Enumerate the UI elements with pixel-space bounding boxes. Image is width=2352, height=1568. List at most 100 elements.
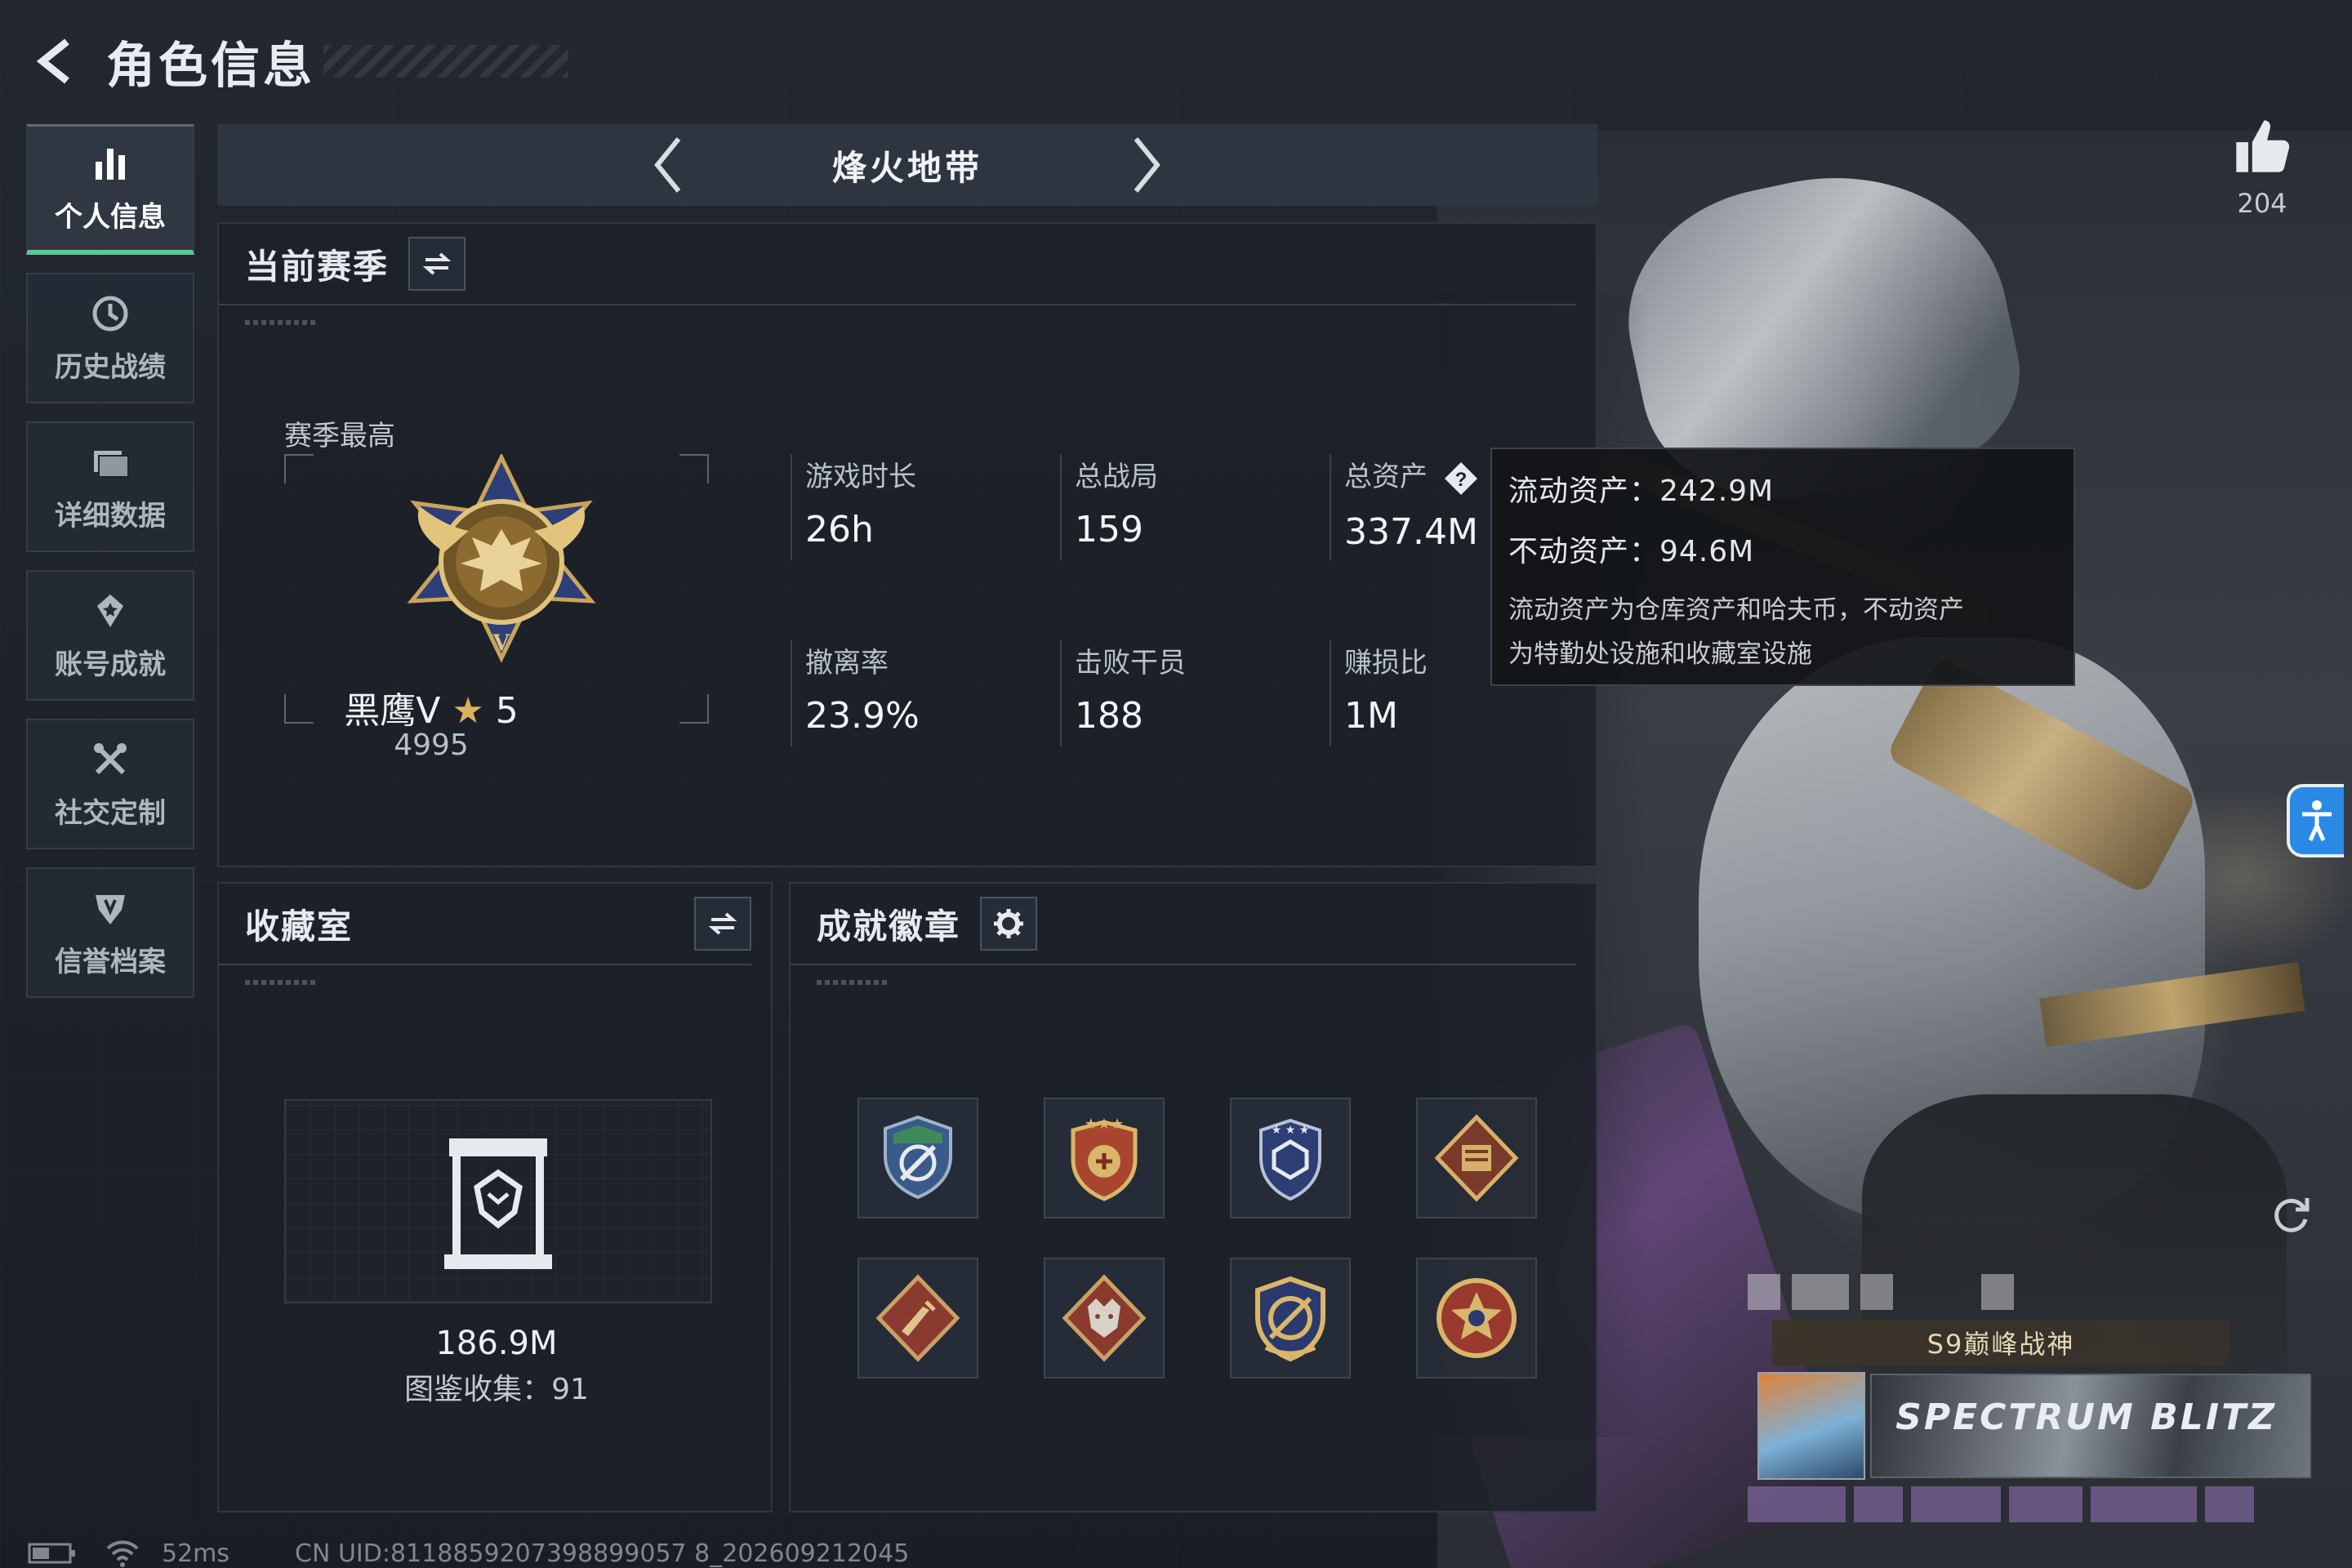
player-card[interactable]: S9巅峰战神 SPECTRUM BLITZ — [1748, 1274, 2319, 1522]
thumbs-up-icon — [2236, 120, 2290, 172]
mode-selector: 烽火地带 — [217, 124, 1597, 206]
badges-title: 成就徽章 — [817, 906, 961, 947]
stat-label: 击败干员 — [1075, 647, 1186, 679]
sidebar-item-achievements[interactable]: 账号成就 — [26, 570, 194, 701]
rotate-view-button[interactable] — [2262, 1184, 2319, 1241]
svg-text:?: ? — [1454, 469, 1467, 491]
badge-slot[interactable] — [1044, 1258, 1165, 1379]
mode-next-button[interactable] — [1105, 124, 1187, 206]
badge-slot[interactable]: ★ ★ ★ — [1230, 1098, 1351, 1218]
header-decoration — [817, 980, 890, 985]
tooltip-desc-line: 流动资产为仓库资产和哈夫币，不动资产 — [1508, 595, 1964, 625]
mode-title: 烽火地带 — [831, 147, 982, 188]
sidebar-item-personal-info[interactable]: 个人信息 — [26, 124, 194, 255]
badge-grid: ★★★ ★ ★ ★ — [858, 1098, 1537, 1379]
player-info-redacted — [1748, 1486, 2319, 1522]
gear-icon — [994, 909, 1024, 938]
collection-room-preview[interactable] — [284, 1099, 712, 1303]
player-name-redacted — [1748, 1274, 2287, 1310]
stat-label: 赚损比 — [1344, 647, 1428, 679]
page-title: 角色信息 — [106, 37, 315, 95]
season-panel: 当前赛季 赛季最高 V 黑鹰V ★ 5 4995 游戏时长 26h 总战局 15… — [217, 222, 1597, 867]
rank-emblem-icon: V — [407, 454, 596, 663]
tools-icon — [94, 742, 127, 774]
accessibility-icon — [2302, 800, 2332, 842]
badge-gold-stars-icon: ★★★ — [1071, 1116, 1138, 1201]
collection-switch-button[interactable] — [694, 897, 751, 951]
stat-value: 23.9% — [805, 695, 920, 737]
stat-label: 总战局 — [1075, 461, 1158, 493]
mode-prev-button[interactable] — [628, 124, 710, 206]
stat-label: 总资产 ? — [1344, 454, 1479, 497]
folder-icon — [94, 450, 129, 478]
swap-icon — [422, 252, 452, 275]
sidebar-item-reputation[interactable]: 信誉档案 — [26, 867, 194, 998]
status-footer: 52ms CN UID:8118859207398899057 8_202609… — [28, 1539, 909, 1568]
season-title: 当前赛季 — [245, 246, 390, 287]
collection-count: 图鉴收集：91 — [404, 1373, 589, 1406]
badge-slot[interactable]: ★★★ — [1044, 1098, 1165, 1218]
sidebar-item-social[interactable]: 社交定制 — [26, 719, 194, 849]
sidebar-item-label: 账号成就 — [55, 648, 166, 681]
chevron-right-icon — [1134, 137, 1160, 193]
sidebar-item-detailed-data[interactable]: 详细数据 — [26, 421, 194, 552]
banner-text: SPECTRUM BLITZ — [1895, 1396, 2277, 1438]
assets-tooltip: 流动资产：242.9M 不动资产：94.6M 流动资产为仓库资产和哈夫币，不动资… — [1490, 448, 2075, 686]
stat-label-text: 总资产 — [1344, 461, 1428, 493]
stat-value: 188 — [1075, 695, 1143, 737]
refresh-icon — [2274, 1198, 2310, 1232]
badge-slot[interactable] — [1416, 1258, 1537, 1379]
sidebar: 个人信息 历史战绩 详细数据 账号成就 社交定制 信誉档案 — [26, 124, 194, 1016]
sidebar-item-label: 信誉档案 — [55, 945, 166, 978]
header-decoration — [245, 980, 318, 985]
badge-slot[interactable] — [858, 1258, 978, 1379]
bar-chart-icon — [96, 149, 125, 180]
rank-score: 4995 — [394, 728, 469, 762]
title-decoration — [323, 45, 568, 78]
stat-value: 26h — [805, 509, 874, 550]
help-icon[interactable]: ? — [1443, 461, 1479, 497]
badge-slot[interactable] — [1416, 1098, 1537, 1218]
season-best-label: 赛季最高 — [284, 420, 395, 452]
sidebar-item-label: 社交定制 — [55, 796, 166, 830]
user-uid: CN UID:8118859207398899057 8_20260921204… — [295, 1539, 910, 1568]
season-switch-button[interactable] — [408, 237, 466, 291]
rank-stars: 5 — [495, 690, 519, 732]
swap-icon — [708, 912, 737, 935]
collection-title: 收藏室 — [245, 906, 354, 947]
tooltip-fixed-assets: 不动资产：94.6M — [1508, 535, 1755, 568]
stat-label: 撤离率 — [805, 647, 889, 679]
like-count: 204 — [2237, 188, 2287, 219]
achievement-icon — [97, 594, 123, 627]
tooltip-desc-line: 为特勤处设施和收藏室设施 — [1508, 639, 1812, 669]
tooltip-description: 流动资产为仓库资产和哈夫币，不动资产 为特勤处设施和收藏室设施 — [1508, 588, 2057, 676]
svg-text:★★★: ★★★ — [1085, 1116, 1124, 1133]
badge-slot[interactable] — [858, 1098, 978, 1218]
svg-text:V: V — [492, 629, 510, 656]
badges-header: 成就徽章 — [791, 884, 1576, 965]
badge-gold-emblem-icon — [1255, 1276, 1325, 1362]
badge-slot[interactable] — [1230, 1258, 1351, 1379]
badge-red-star-icon — [1437, 1278, 1517, 1358]
back-button[interactable] — [24, 24, 90, 98]
sidebar-item-label: 详细数据 — [55, 499, 166, 532]
season-header: 当前赛季 — [219, 224, 1576, 305]
badges-settings-button[interactable] — [980, 897, 1038, 951]
stat-value: 159 — [1075, 509, 1143, 550]
stat-play-time: 游戏时长 26h — [791, 454, 916, 560]
like-button[interactable]: 204 — [2213, 114, 2311, 219]
stat-kills: 击败干员 188 — [1060, 640, 1186, 746]
sidebar-item-history[interactable]: 历史战绩 — [26, 273, 194, 403]
star-icon: ★ — [452, 690, 484, 732]
player-title-tag: S9巅峰战神 — [1772, 1320, 2230, 1365]
accessibility-button[interactable] — [2287, 784, 2344, 858]
ping-value: 52ms — [162, 1539, 230, 1568]
stat-profit-ratio: 赚损比 1M — [1330, 640, 1428, 746]
stat-extraction-rate: 撤离率 23.9% — [791, 640, 920, 746]
stat-total-matches: 总战局 159 — [1060, 454, 1158, 560]
badge-shield-green-icon — [884, 1115, 952, 1200]
collection-panel: 收藏室 186.9M 图鉴收集：91 — [217, 882, 773, 1512]
avatar — [1757, 1372, 1865, 1480]
stat-value: 337.4M — [1344, 510, 1478, 553]
shield-icon — [96, 894, 125, 924]
